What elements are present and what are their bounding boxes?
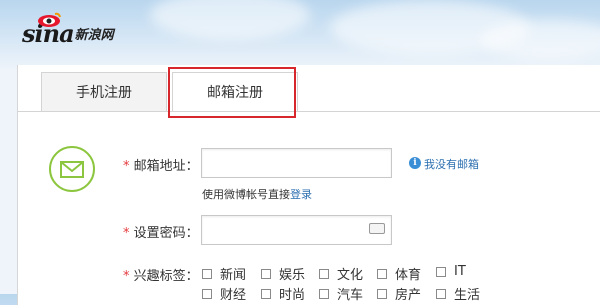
checkbox[interactable] bbox=[261, 268, 271, 279]
tab-divider bbox=[18, 111, 600, 112]
tag-label: 娱乐 bbox=[279, 268, 306, 283]
tag-checkbox-it[interactable]: IT bbox=[436, 264, 466, 279]
required-mark: * bbox=[123, 269, 130, 284]
sina-logo[interactable]: sina 新浪网 bbox=[22, 12, 114, 46]
keyboard-icon[interactable] bbox=[369, 223, 385, 234]
checkbox[interactable] bbox=[202, 268, 212, 279]
mail-icon bbox=[49, 146, 95, 192]
logo-chinese-name: 新浪网 bbox=[74, 28, 114, 43]
tag-label: 文化 bbox=[337, 268, 364, 283]
checkbox[interactable] bbox=[436, 266, 446, 277]
password-label-row: * 设置密码： bbox=[123, 222, 199, 241]
interests-label-row: * 兴趣标签： bbox=[123, 265, 199, 284]
weibo-login-hint: 使用微博帐号直接登录 bbox=[202, 186, 312, 202]
email-input[interactable] bbox=[201, 148, 392, 178]
no-email-link[interactable]: 我没有邮箱 bbox=[424, 156, 479, 172]
interests-label: 兴趣标签： bbox=[133, 269, 199, 284]
tag-checkbox-news[interactable]: 新闻 bbox=[202, 264, 246, 283]
registration-panel: 手机注册 邮箱注册 bbox=[17, 65, 600, 305]
hint-text: 使用微博帐号直接 bbox=[202, 188, 290, 201]
tag-checkbox-sports[interactable]: 体育 bbox=[377, 264, 421, 283]
sina-eye-icon bbox=[38, 12, 61, 27]
password-input[interactable] bbox=[201, 215, 392, 245]
email-label: 邮箱地址： bbox=[133, 159, 199, 174]
info-icon: i bbox=[409, 157, 421, 169]
email-label-row: * 邮箱地址： bbox=[123, 155, 199, 174]
required-mark: * bbox=[123, 159, 130, 174]
checkbox[interactable] bbox=[319, 268, 329, 279]
required-mark: * bbox=[123, 226, 130, 241]
cloud-decoration bbox=[150, 0, 310, 40]
password-label: 设置密码： bbox=[133, 226, 199, 241]
tag-checkbox-entertainment[interactable]: 娱乐 bbox=[261, 264, 305, 283]
cloud-decoration bbox=[480, 20, 600, 60]
tag-label: 体育 bbox=[395, 268, 422, 283]
tag-label: 新闻 bbox=[220, 268, 247, 283]
tab-highlight-box bbox=[168, 67, 296, 118]
checkbox[interactable] bbox=[377, 268, 387, 279]
tab-phone-register[interactable]: 手机注册 bbox=[41, 72, 167, 112]
tag-checkbox-culture[interactable]: 文化 bbox=[319, 264, 363, 283]
tag-label: IT bbox=[454, 264, 466, 279]
weibo-login-link[interactable]: 登录 bbox=[290, 188, 312, 201]
